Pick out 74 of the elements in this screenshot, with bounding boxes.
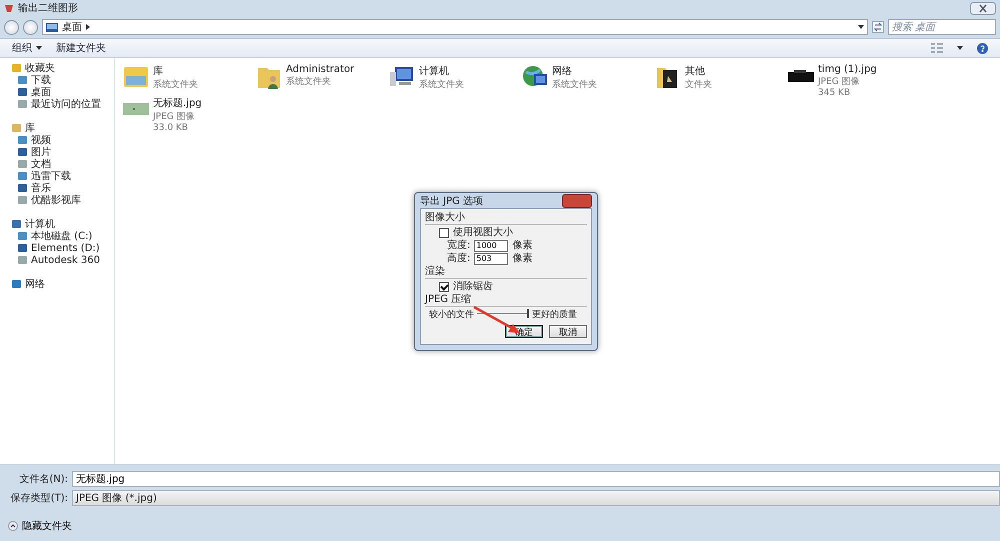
number-field[interactable]: 1000 (474, 240, 508, 252)
window-title: 输出二维图形 (18, 2, 78, 15)
sidebar-item[interactable]: Autodesk 360 (31, 254, 100, 266)
breadcrumb[interactable]: 桌面 (62, 20, 82, 34)
dialog-title: 导出 JPG 选项 (420, 194, 484, 208)
file-name[interactable]: 库 (153, 64, 198, 78)
sidebar-item[interactable]: 文档 (31, 157, 51, 171)
app-icon (4, 3, 14, 13)
forward-button[interactable] (23, 20, 38, 34)
file-type: 系统文件夹 (153, 78, 198, 91)
file-type: 文件夹 (685, 78, 712, 91)
file-type: JPEG 图像 (818, 76, 861, 88)
file-size: 345 KB (818, 88, 852, 98)
sidebar-item[interactable]: 收藏夹 (25, 61, 55, 75)
back-button[interactable] (4, 20, 19, 34)
field-label: 宽度: (447, 240, 470, 252)
file-name[interactable]: timg (1).jpg (818, 64, 877, 75)
close-button[interactable] (562, 194, 592, 208)
file-name[interactable]: 无标题.jpg (153, 96, 202, 110)
sidebar-item[interactable]: 网络 (25, 277, 45, 291)
checkbox[interactable] (439, 282, 449, 292)
sidebar-item[interactable]: 最近访问的位置 (31, 97, 101, 111)
file-type: 系统文件夹 (419, 78, 464, 91)
sidebar-item[interactable]: 优酷影视库 (31, 193, 81, 207)
unit-label: 像素 (512, 240, 532, 252)
sidebar-item[interactable]: 桌面 (31, 85, 51, 99)
number-field[interactable]: 503 (474, 252, 508, 264)
view-options-icon[interactable] (931, 43, 943, 53)
file-type: 系统文件夹 (552, 78, 597, 91)
file-type: JPEG 图像 (153, 110, 196, 123)
file-type: 系统文件夹 (286, 76, 332, 88)
checkbox-label[interactable]: 消除锯齿 (453, 281, 493, 293)
hide-folders-button[interactable]: 隐藏文件夹 (8, 519, 72, 533)
field-label: 文件名(N): (18, 472, 68, 486)
search-field[interactable]: 搜索 桌面 (888, 19, 996, 35)
address-bar[interactable]: 桌面 (42, 19, 868, 35)
field-label: 高度: (447, 252, 470, 264)
field-label: 保存类型(T): (10, 492, 68, 505)
sidebar-item[interactable]: 迅雷下载 (31, 169, 71, 183)
collapse-icon (8, 521, 18, 531)
file-size: 33.0 KB (153, 123, 189, 133)
close-button[interactable] (970, 2, 996, 14)
sidebar-item[interactable]: 库 (25, 121, 35, 135)
section-heading: JPEG 压缩 (425, 294, 587, 307)
slider-label: 更好的质量 (532, 309, 577, 321)
section-heading: 图像大小 (425, 212, 587, 225)
sidebar-item[interactable]: 音乐 (31, 181, 51, 195)
section-heading: 渲染 (425, 266, 587, 279)
unit-label: 像素 (512, 252, 532, 264)
file-name[interactable]: 计算机 (419, 64, 464, 78)
dropdown-icon[interactable] (858, 25, 864, 29)
file-type-dropdown[interactable]: JPEG 图像 (*.jpg) (72, 490, 1000, 506)
checkbox[interactable] (439, 228, 449, 238)
new-folder-button[interactable]: 新建文件夹 (56, 41, 106, 55)
file-name[interactable]: 网络 (552, 64, 597, 78)
sidebar-item[interactable]: 视频 (31, 133, 51, 147)
sidebar-item[interactable]: Elements (D:) (31, 242, 100, 254)
sidebar-item[interactable]: 下载 (31, 73, 51, 87)
refresh-button[interactable] (872, 21, 884, 33)
sidebar-item[interactable]: 图片 (31, 145, 51, 159)
desktop-icon (46, 22, 58, 32)
navigation-icon (12, 280, 21, 288)
file-name[interactable]: 其他 (685, 64, 712, 78)
checkbox-label[interactable]: 使用视图大小 (453, 227, 513, 239)
dropdown-icon[interactable] (957, 46, 963, 50)
chevron-icon (86, 24, 90, 30)
slider-label: 较小的文件 (429, 309, 474, 321)
file-name[interactable]: Administrator (286, 64, 354, 75)
sidebar-item[interactable]: 计算机 (25, 217, 55, 231)
organize-button[interactable]: 组织 (12, 41, 42, 55)
sidebar-item[interactable]: 本地磁盘 (C:) (31, 229, 92, 243)
filename-field[interactable]: 无标题.jpg (72, 471, 1000, 487)
help-icon[interactable] (977, 42, 988, 54)
cancel-button[interactable]: 取消 (549, 325, 587, 338)
